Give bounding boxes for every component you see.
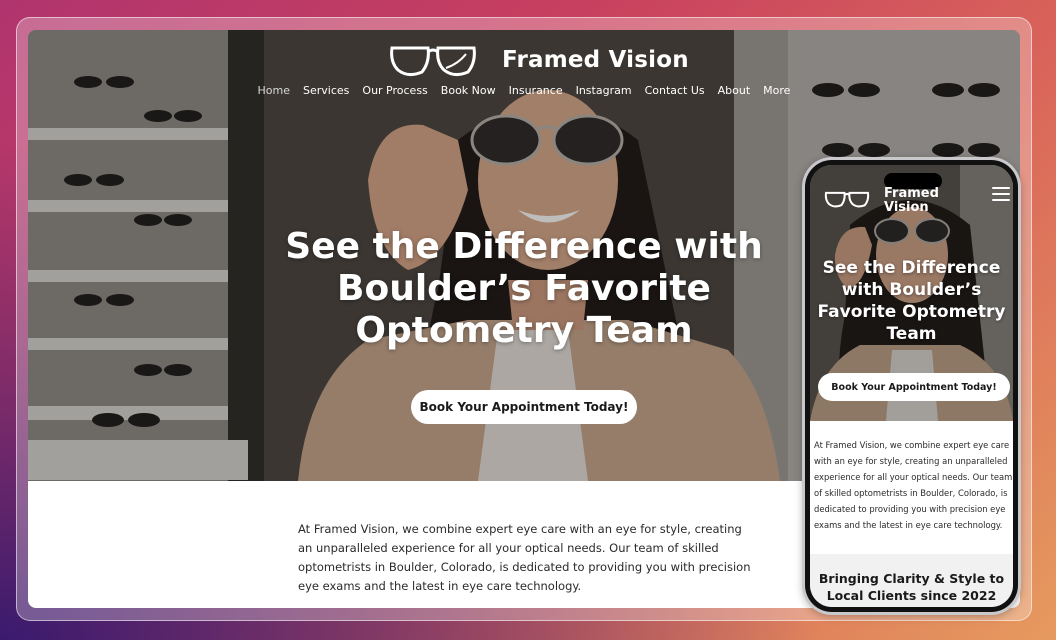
nav-item-book-now[interactable]: Book Now [441,84,496,97]
intro-paragraph: At Framed Vision, we combine expert eye … [298,522,751,593]
nav-item-services[interactable]: Services [303,84,349,97]
mobile-brand-name: Framed Vision [884,186,939,215]
hamburger-menu-icon[interactable] [992,187,1010,205]
glasses-logo-icon [824,191,870,208]
hero-title: See the Difference with Boulder’s Favori… [285,226,763,351]
glasses-logo-icon [390,46,476,77]
mobile-book-appointment-button[interactable]: Book Your Appointment Today! [818,373,1010,401]
main-nav: Home Services Our Process Book Now Insur… [28,84,1020,97]
mobile-intro-paragraph: At Framed Vision, we combine expert eye … [814,440,1013,530]
mobile-hero-title: See the Difference with Boulder’s Favori… [817,258,1006,344]
nav-item-contact-us[interactable]: Contact Us [645,84,705,97]
nav-item-about[interactable]: About [718,84,751,97]
nav-item-our-process[interactable]: Our Process [362,84,427,97]
mobile-section-band: Bringing Clarity & Style to Local Client… [810,554,1013,607]
nav-item-home[interactable]: Home [258,84,290,97]
mobile-section-title: Bringing Clarity & Style to Local Client… [818,571,1005,603]
site-logo[interactable]: Framed Vision [388,40,689,80]
mobile-hero: Framed Vision See the Difference with Bo… [810,165,1013,421]
nav-item-more[interactable]: More [763,84,790,97]
nav-item-insurance[interactable]: Insurance [509,84,563,97]
mobile-preview: Framed Vision See the Difference with Bo… [810,165,1013,607]
phone-mockup: Framed Vision See the Difference with Bo… [802,157,1021,615]
book-appointment-button[interactable]: Book Your Appointment Today! [411,390,637,424]
phone-bezel: Framed Vision See the Difference with Bo… [805,160,1018,612]
brand-name: Framed Vision [502,47,689,73]
nav-item-instagram[interactable]: Instagram [576,84,632,97]
